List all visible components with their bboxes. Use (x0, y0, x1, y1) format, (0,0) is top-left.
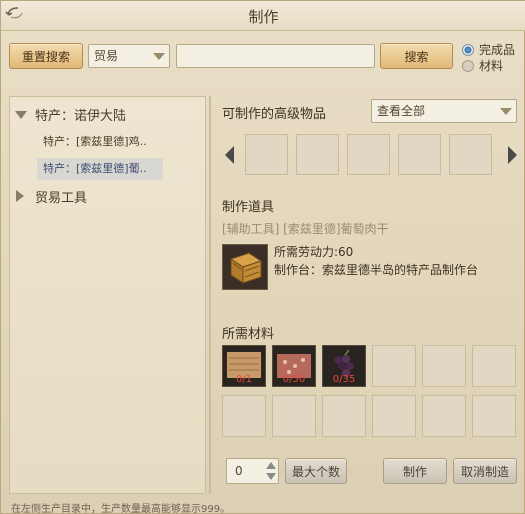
decrement-icon[interactable] (266, 473, 276, 480)
tree-item-grape-selected[interactable]: 特产：[索兹里德]葡.. (37, 158, 163, 180)
carousel-prev-icon[interactable] (225, 146, 234, 164)
crate-icon (223, 245, 267, 289)
craftable-slot-1[interactable] (245, 134, 288, 175)
search-input[interactable] (176, 44, 375, 68)
material-slot-2[interactable]: 0/50 (272, 345, 316, 387)
tree-group-noi-continent[interactable]: 特产：诺伊大陆 (35, 105, 126, 124)
material-slot-7 (222, 395, 266, 437)
radio-finished-label: 完成品 (479, 43, 516, 57)
materials-heading: 所需材料 (222, 327, 275, 342)
cancel-craft-button[interactable]: 取消制造 (453, 458, 517, 484)
craft-tool-heading: 制作道具 (222, 200, 275, 215)
craftable-slot-2[interactable] (296, 134, 339, 175)
collapse-triangle-icon[interactable] (16, 190, 24, 202)
search-button[interactable]: 搜索 (380, 43, 453, 69)
title-bar: 制作 (1, 1, 525, 31)
material-slot-5 (422, 345, 466, 387)
radio-selected-icon (462, 43, 474, 56)
material-slot-3[interactable]: 0/35 (322, 345, 366, 387)
max-quantity-button[interactable]: 最大个数 (285, 458, 347, 484)
reset-search-button[interactable]: 重置搜索 (9, 43, 83, 69)
footer-note: 在左侧生产目录中，生产数量最高能够显示999。 (11, 504, 231, 514)
panel-divider (209, 96, 211, 494)
view-filter-value: 查看全部 (377, 104, 426, 118)
carousel-next-icon[interactable] (508, 146, 517, 164)
quantity-value: 0 (235, 464, 243, 478)
material-slot-6 (472, 345, 516, 387)
crafting-station: 制作台：索兹里德半岛的特产品制作台 (274, 263, 479, 277)
craft-tool-slot[interactable] (222, 244, 268, 290)
chevron-down-icon (500, 108, 512, 115)
material-slot-12 (472, 395, 516, 437)
craft-tool-name: [辅助工具] [索兹里德]葡萄肉干 (222, 222, 389, 236)
craftable-slot-5[interactable] (449, 134, 492, 175)
craftable-heading: 可制作的高级物品 (222, 107, 327, 122)
tree-item-chicken[interactable]: 特产：[索兹里德]鸡.. (43, 133, 161, 151)
quantity-stepper[interactable]: 0 (226, 458, 279, 484)
labor-required: 所需劳动力:60 (274, 245, 354, 259)
increment-icon[interactable] (266, 462, 276, 469)
radio-unselected-icon (462, 59, 474, 72)
chevron-down-icon (153, 53, 165, 60)
view-filter-select[interactable]: 查看全部 (371, 99, 517, 123)
material-count-2: 0/50 (282, 374, 306, 385)
radio-finished-product[interactable]: 完成品 (462, 41, 515, 58)
craft-button[interactable]: 制作 (383, 458, 447, 484)
craftable-slot-3[interactable] (347, 134, 390, 175)
material-count-1: 0/1 (235, 374, 253, 385)
material-slot-11 (422, 395, 466, 437)
category-select-value: 贸易 (94, 49, 119, 63)
tree-group-trade-tools[interactable]: 贸易工具 (35, 187, 87, 206)
craftable-slot-4[interactable] (398, 134, 441, 175)
material-slot-4 (372, 345, 416, 387)
crafting-window: 制作 重置搜索 贸易 搜索 完成品 材料 特产：诺伊大陆 特产：[索兹里德]鸡.… (0, 0, 525, 514)
recipe-tree-panel (9, 96, 206, 494)
material-slot-1[interactable]: 0/1 (222, 345, 266, 387)
category-select[interactable]: 贸易 (88, 44, 170, 68)
window-title: 制作 (248, 8, 279, 26)
material-count-3: 0/35 (332, 374, 356, 385)
expand-triangle-icon[interactable] (15, 111, 27, 119)
material-slot-9 (322, 395, 366, 437)
radio-material-label: 材料 (479, 59, 504, 73)
radio-material[interactable]: 材料 (462, 57, 503, 74)
material-slot-8 (272, 395, 316, 437)
material-slot-10 (372, 395, 416, 437)
